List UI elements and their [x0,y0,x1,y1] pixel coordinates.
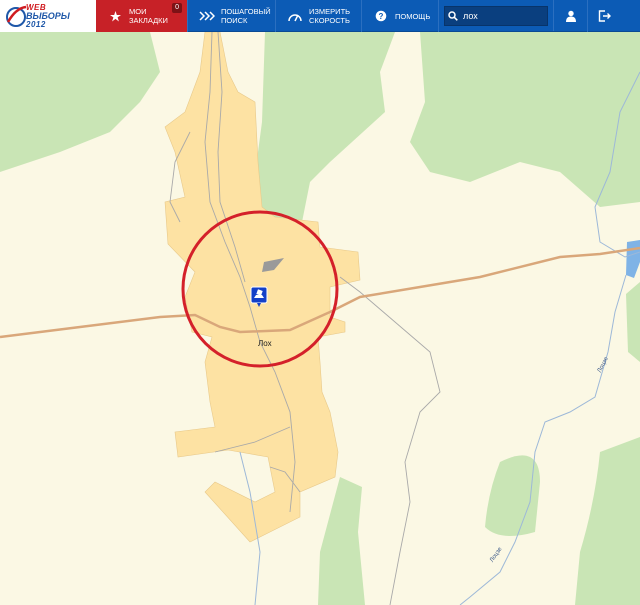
help-icon: ? [372,9,390,23]
logout-button[interactable] [588,0,620,32]
step-search-button[interactable]: ПОШАГОВЫЙ ПОИСК [188,0,276,32]
speed-test-label-line2: СКОРОСТЬ [309,16,350,25]
bookmarks-label-line2: ЗАКЛАДКИ [129,16,168,25]
speed-test-label-line1: ИЗМЕРИТЬ [309,7,351,16]
top-navigation-bar: WEB ВЫБОРЫ 2012 МОИ ЗАКЛАДКИ 0 ПОШАГОВЫЙ… [0,0,640,32]
svg-text:?: ? [379,12,384,21]
help-label: ПОМОЩЬ [395,11,431,21]
polling-station-marker[interactable] [250,286,268,308]
steps-icon [198,9,216,23]
help-button[interactable]: ? ПОМОЩЬ [362,0,439,32]
step-search-label-line2: ПОИСК [221,16,248,25]
logout-icon [598,10,611,22]
speed-test-button[interactable]: ИЗМЕРИТЬ СКОРОСТЬ [276,0,362,32]
search-icon[interactable] [445,10,461,21]
my-bookmarks-button[interactable]: МОИ ЗАКЛАДКИ 0 [96,0,188,32]
logo[interactable]: WEB ВЫБОРЫ 2012 [0,0,96,32]
speedometer-icon [286,9,304,23]
map-view[interactable]: Лох Лоцзе Лоцзе [0,32,640,605]
search-box [444,5,548,26]
logo-swoosh-icon [6,5,27,27]
forest-area [626,282,640,362]
bookmarks-count-badge: 0 [172,3,182,13]
user-profile-button[interactable] [554,0,588,32]
bookmarks-label-line1: МОИ [129,7,147,16]
star-icon [106,9,124,23]
user-icon [565,10,576,22]
step-search-label-line1: ПОШАГОВЫЙ [221,7,271,16]
town-label: Лох [258,339,272,348]
search-area [439,0,554,31]
search-input[interactable] [461,10,545,21]
polling-station-icon [250,286,268,307]
map-canvas[interactable] [0,32,640,605]
logo-line-3: 2012 [26,20,46,29]
